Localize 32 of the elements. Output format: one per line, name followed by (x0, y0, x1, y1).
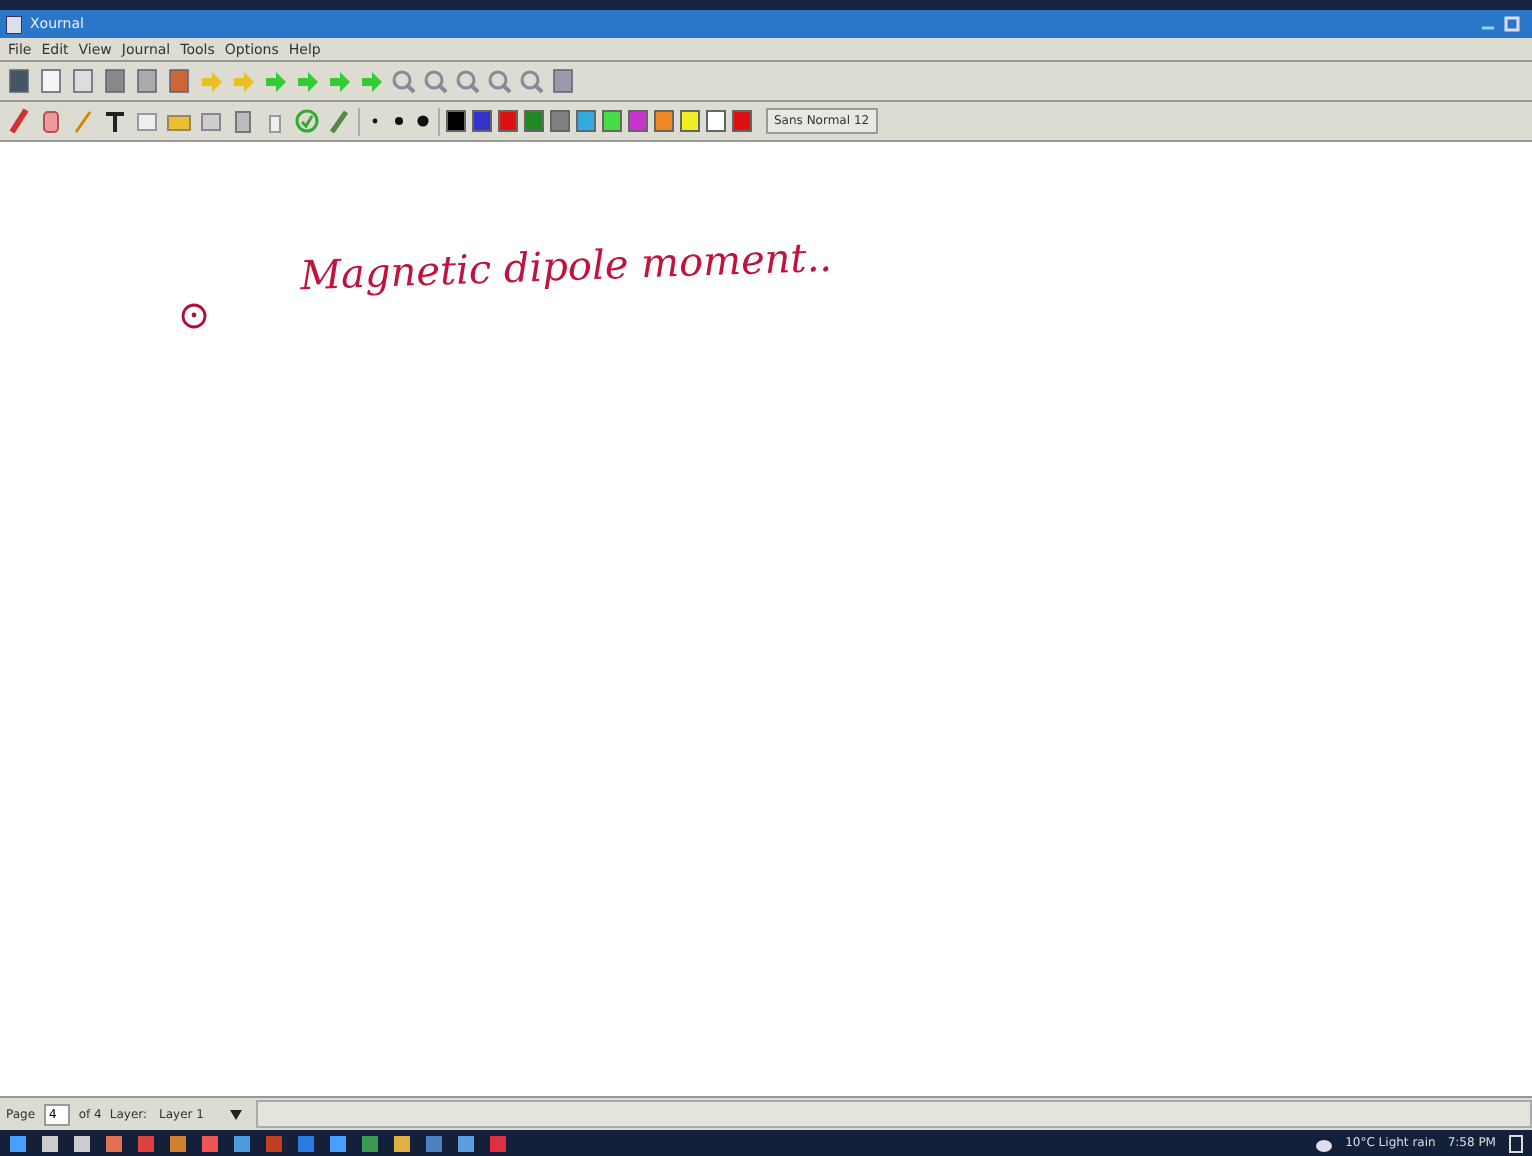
zoom-icon[interactable] (390, 68, 416, 94)
app-icon (6, 15, 22, 33)
zoom-icon[interactable] (518, 68, 544, 94)
color-swatch[interactable] (732, 110, 752, 132)
circled-dot-icon (180, 302, 208, 330)
page-icon[interactable] (70, 68, 96, 94)
check-icon[interactable] (294, 108, 320, 134)
page-icon[interactable] (38, 68, 64, 94)
color-swatch[interactable] (706, 110, 726, 132)
color-swatch[interactable] (446, 110, 466, 132)
zoom-icon[interactable] (454, 68, 480, 94)
text-tool-icon[interactable] (102, 108, 128, 134)
color-swatch[interactable] (472, 110, 492, 132)
zoom-icon[interactable] (486, 68, 512, 94)
color-swatch[interactable] (602, 110, 622, 132)
dropdown-arrow-icon[interactable] (227, 1106, 244, 1122)
color-swatch[interactable] (654, 110, 674, 132)
color-swatch[interactable] (498, 110, 518, 132)
handwritten-heading: Magnetic dipole moment.. (299, 232, 833, 300)
notification-icon[interactable] (1508, 1133, 1524, 1153)
eraser-icon[interactable] (38, 108, 64, 134)
maximize-icon[interactable] (1504, 16, 1520, 32)
shape-icon[interactable] (230, 108, 256, 134)
start-icon[interactable] (8, 1133, 28, 1153)
pen-icon[interactable] (6, 108, 32, 134)
color-swatch[interactable] (550, 110, 570, 132)
color-swatch[interactable] (628, 110, 648, 132)
pen-icon[interactable] (326, 108, 352, 134)
zoom-icon[interactable] (422, 68, 448, 94)
color-swatch[interactable] (524, 110, 544, 132)
color-swatch[interactable] (680, 110, 700, 132)
color-swatch[interactable] (576, 110, 596, 132)
